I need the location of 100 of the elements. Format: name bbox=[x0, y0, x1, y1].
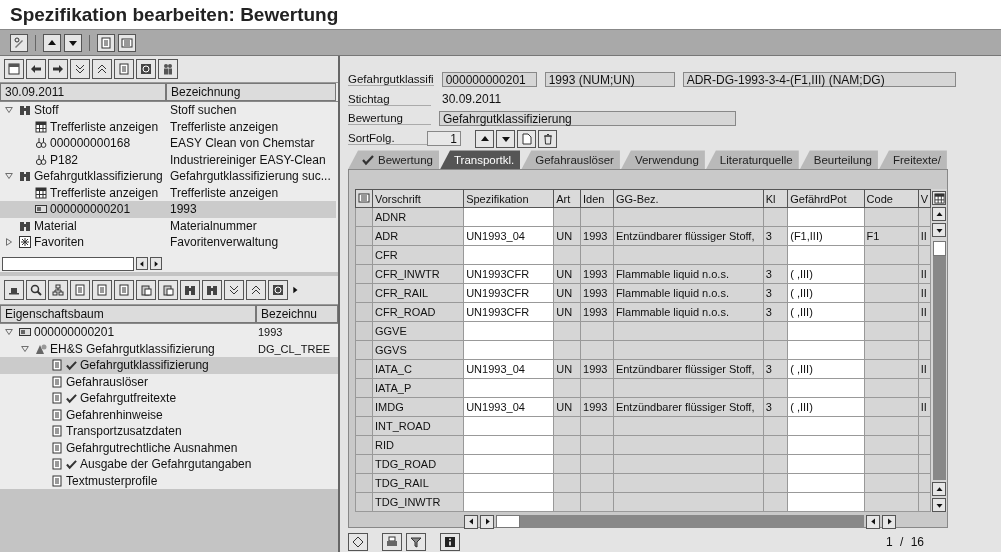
tab[interactable]: Freitexte/ bbox=[878, 150, 947, 170]
tree-item-label: Gefahrgutfreitexte bbox=[80, 391, 177, 406]
tree-row[interactable]: Gefahrgutklassifizierung bbox=[0, 357, 338, 374]
tree-row[interactable]: Stoff Stoff suchen bbox=[0, 102, 336, 119]
toolbar-button[interactable] bbox=[866, 514, 880, 529]
tree-item-label: Material bbox=[34, 218, 77, 233]
toolbar-button[interactable] bbox=[158, 280, 178, 300]
toolbar-button[interactable] bbox=[48, 280, 68, 300]
tab[interactable]: Transportkl. bbox=[440, 150, 521, 170]
toolbar-button[interactable] bbox=[114, 59, 134, 79]
tree-row[interactable]: Gefahrgutfreitexte bbox=[0, 390, 338, 407]
toolbar-button[interactable] bbox=[150, 257, 162, 270]
toolbar-button[interactable] bbox=[480, 514, 494, 529]
scroll-field[interactable] bbox=[2, 256, 134, 271]
column-header[interactable]: 30.09.2011 bbox=[0, 83, 166, 101]
tree-row[interactable]: Transportzusatzdaten bbox=[0, 423, 338, 440]
column-header[interactable]: Bezeichnung bbox=[166, 83, 336, 101]
tree-row[interactable]: P182 Industriereiniger EASY-Clean bbox=[0, 151, 336, 168]
toolbar-button[interactable] bbox=[114, 280, 134, 300]
tree-row[interactable]: Textmusterprofile bbox=[0, 472, 338, 489]
toolbar-button[interactable] bbox=[92, 59, 112, 79]
tab[interactable]: Verwendung bbox=[620, 150, 705, 170]
column-header[interactable]: Spezifikation bbox=[463, 189, 554, 208]
tree-row[interactable]: Trefferliste anzeigen Trefferliste anzeigen bbox=[0, 118, 336, 135]
tree-row[interactable]: Ausgabe der Gefahrgutangaben bbox=[0, 456, 338, 473]
toolbar-button[interactable] bbox=[92, 280, 112, 300]
toolbar-button[interactable] bbox=[932, 223, 947, 238]
toolbar-button[interactable] bbox=[180, 280, 200, 300]
input-field[interactable]: 1 bbox=[427, 131, 461, 147]
toolbar-button[interactable] bbox=[64, 33, 82, 52]
toolbar-button[interactable] bbox=[136, 59, 156, 79]
toolbar-button[interactable] bbox=[932, 207, 947, 222]
toolbar-button[interactable] bbox=[26, 59, 46, 79]
toolbar-button[interactable] bbox=[224, 280, 244, 300]
input-field[interactable]: ADR-DG-1993-3-4-(F1,III) (NAM;DG) bbox=[682, 72, 956, 88]
scroll-thumb[interactable] bbox=[932, 241, 946, 257]
column-header[interactable]: Eigenschaftsbaum bbox=[0, 305, 256, 323]
toolbar-button[interactable] bbox=[932, 498, 947, 513]
column-header[interactable]: Bezeichnu bbox=[256, 305, 338, 323]
tree-row[interactable]: Gefahrauslöser bbox=[0, 373, 338, 390]
toolbar-button[interactable] bbox=[268, 280, 288, 300]
tab[interactable]: Gefahrauslöser bbox=[521, 150, 620, 170]
toolbar-button[interactable] bbox=[246, 280, 266, 300]
column-header[interactable]: Vorschrift bbox=[372, 189, 464, 208]
tree-row[interactable]: 000000000201 1993 bbox=[0, 324, 338, 341]
toolbar-button[interactable] bbox=[70, 59, 90, 79]
tab[interactable]: Bewertung bbox=[348, 150, 439, 170]
column-header[interactable]: Kl bbox=[763, 189, 788, 208]
toolbar-button[interactable] bbox=[10, 33, 28, 52]
toolbar-button[interactable] bbox=[136, 280, 156, 300]
tree-row[interactable]: 000000000168 EASY Clean von Chemstar bbox=[0, 135, 336, 152]
toolbar-button[interactable] bbox=[97, 33, 115, 52]
tree-row[interactable]: Gefahrenhinweise bbox=[0, 406, 338, 423]
up-arrow-icon bbox=[934, 209, 944, 219]
toolbar-button[interactable] bbox=[496, 129, 515, 148]
toolbar-button[interactable] bbox=[158, 59, 178, 79]
tree-row[interactable]: Gefahrgutklassifizierung Gefahrgutklassifizierung suc... bbox=[0, 168, 336, 185]
tab[interactable]: Literaturquelle bbox=[705, 150, 799, 170]
toolbar-button[interactable] bbox=[348, 533, 368, 552]
toolbar-button[interactable] bbox=[136, 257, 148, 270]
column-header[interactable]: Iden bbox=[580, 189, 614, 208]
grid-icon bbox=[35, 186, 47, 199]
toolbar-button[interactable] bbox=[70, 280, 90, 300]
column-header[interactable]: GefährdPot bbox=[787, 189, 865, 208]
column-header[interactable]: Art bbox=[553, 189, 581, 208]
toolbar-button[interactable] bbox=[118, 33, 136, 52]
vertical-scrollbar[interactable] bbox=[931, 189, 947, 513]
toolbar-button[interactable] bbox=[4, 59, 24, 79]
toolbar-button[interactable] bbox=[4, 280, 24, 300]
info-icon bbox=[444, 536, 456, 549]
toolbar-button[interactable] bbox=[517, 129, 536, 148]
toolbar-button[interactable] bbox=[464, 514, 478, 529]
toolbar-button[interactable] bbox=[538, 129, 557, 148]
input-field[interactable]: 000000000201 bbox=[441, 72, 537, 88]
toolbar-button[interactable] bbox=[202, 280, 222, 300]
tab[interactable]: Beurteilung bbox=[799, 150, 878, 170]
column-header[interactable] bbox=[355, 189, 373, 208]
toolbar-button[interactable] bbox=[43, 33, 61, 52]
column-header[interactable]: GG-Bez. bbox=[613, 189, 764, 208]
tree-row[interactable]: Gefahrgutrechtliche Ausnahmen bbox=[0, 439, 338, 456]
input-field[interactable]: Gefahrgutklassifizierung bbox=[439, 111, 736, 127]
toolbar-button[interactable] bbox=[440, 533, 460, 552]
toolbar-button[interactable] bbox=[26, 280, 46, 300]
tree-item-description: Trefferliste anzeigen bbox=[170, 119, 279, 134]
toolbar-button[interactable] bbox=[382, 533, 402, 552]
tree-row[interactable]: Material Materialnummer bbox=[0, 217, 336, 234]
input-field[interactable]: 1993 (NUM;UN) bbox=[544, 72, 675, 88]
toolbar-button[interactable] bbox=[932, 482, 947, 497]
toolbar-button[interactable] bbox=[48, 59, 68, 79]
toolbar-button[interactable] bbox=[932, 191, 947, 206]
toolbar-button[interactable] bbox=[406, 533, 426, 552]
tree-row[interactable]: Trefferliste anzeigen Trefferliste anzeigen bbox=[0, 184, 336, 201]
toolbar-button[interactable] bbox=[475, 129, 494, 148]
tree-row[interactable]: 000000000201 1993 bbox=[0, 201, 336, 218]
column-header[interactable]: Code bbox=[864, 189, 919, 208]
calendar-icon bbox=[8, 63, 20, 75]
horizontal-scrollbar[interactable] bbox=[496, 515, 864, 529]
tree-row[interactable]: Favoriten Favoritenverwaltung bbox=[0, 234, 336, 251]
tree-row[interactable]: EH&S Gefahrgutklassifizierung DG_CL_TREE bbox=[0, 340, 338, 357]
toolbar-button[interactable] bbox=[882, 514, 896, 529]
